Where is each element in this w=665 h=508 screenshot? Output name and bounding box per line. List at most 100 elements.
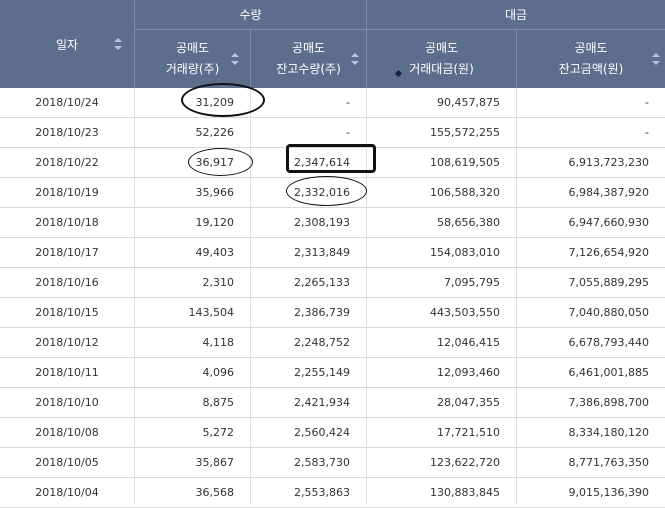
date-cell: 2018/10/10 [35, 396, 99, 409]
date-cell: 2018/10/04 [35, 486, 99, 499]
balance-qty-cell: 2,248,752 [294, 336, 350, 349]
table-row[interactable]: 2018/10/18 19,120 2,308,193 58,656,380 6,947… [0, 208, 665, 238]
date-cell: 2018/10/11 [35, 366, 99, 379]
balance-qty-cell: 2,255,149 [294, 366, 350, 379]
balance-qty-cell: 2,265,133 [294, 276, 350, 289]
trade-amount-cell: 12,046,415 [437, 336, 500, 349]
trade-amount-cell: 12,093,460 [437, 366, 500, 379]
date-header-label: 일자 [55, 37, 79, 52]
trade-amount-cell: 106,588,320 [430, 186, 500, 199]
volume-cell: 4,118 [202, 336, 235, 349]
column-divider [134, 88, 135, 504]
column-divider [516, 88, 517, 504]
trade-amount-cell: 28,047,355 [437, 396, 500, 409]
date-cell: 2018/10/22 [35, 156, 99, 169]
balance-amount-sort-icon[interactable] [652, 53, 660, 65]
balance-qty-cell: 2,386,739 [294, 306, 350, 319]
trade-amount-cell: 123,622,720 [430, 456, 500, 469]
trade-amount-cell: 154,083,010 [430, 246, 500, 259]
date-cell: 2018/10/16 [35, 276, 99, 289]
date-cell: 2018/10/24 [35, 96, 99, 109]
balance-qty-cell: 2,313,849 [294, 246, 350, 259]
trade-amount-column-header[interactable]: 공매도 거래대금(원) [367, 30, 516, 88]
table-row[interactable]: 2018/10/11 4,096 2,255,149 12,093,460 6,461,… [0, 358, 665, 388]
annotation-box [286, 144, 376, 173]
balance-amount-cell: - [645, 96, 649, 109]
column-divider [250, 88, 251, 504]
date-cell: 2018/10/05 [35, 456, 99, 469]
date-cell: 2018/10/15 [35, 306, 99, 319]
balance-amount-cell: 7,126,654,920 [568, 246, 649, 259]
trade-amount-header-line1: 공매도 [424, 41, 459, 55]
date-cell: 2018/10/17 [35, 246, 99, 259]
annotation-circle [181, 83, 265, 117]
quantity-group-label: 수량 [239, 8, 262, 22]
date-cell: 2018/10/12 [35, 336, 99, 349]
volume-sort-icon[interactable] [231, 53, 239, 65]
volume-header-line1: 공매도 [175, 41, 210, 55]
balance-amount-column-header[interactable]: 공매도 잔고금액(원) [517, 30, 665, 88]
volume-cell: 8,875 [202, 396, 235, 409]
trade-amount-cell: 90,457,875 [437, 96, 500, 109]
balance-qty-header-line2: 잔고수량(주) [276, 62, 341, 76]
balance-qty-cell: 2,553,863 [294, 486, 350, 499]
balance-amount-cell: 8,771,763,350 [568, 456, 649, 469]
balance-qty-sort-icon[interactable] [351, 53, 359, 65]
quantity-group-header: 수량 [135, 0, 366, 29]
date-cell: 2018/10/08 [35, 426, 99, 439]
balance-qty-column-header[interactable]: 공매도 잔고수량(주) [251, 30, 366, 88]
trade-amount-cell: 17,721,510 [437, 426, 500, 439]
volume-cell: 49,403 [195, 246, 235, 259]
balance-amount-header-line1: 공매도 [574, 41, 608, 55]
balance-amount-cell: 6,913,723,230 [568, 156, 649, 169]
trade-amount-cell: 7,095,795 [444, 276, 500, 289]
balance-qty-cell: - [346, 96, 350, 109]
balance-amount-cell: 6,678,793,440 [568, 336, 649, 349]
trade-amount-cell: 155,572,255 [430, 126, 500, 139]
trade-amount-cell: 130,883,845 [430, 486, 500, 499]
amount-group-label: 대금 [504, 8, 528, 22]
table-row[interactable]: 2018/10/10 8,875 2,421,934 28,047,355 7,386,… [0, 388, 665, 418]
balance-qty-cell: - [346, 126, 350, 139]
volume-cell: 2,310 [202, 276, 235, 289]
date-sort-icon[interactable] [114, 38, 122, 50]
amount-group-header: 대금 [367, 0, 665, 29]
balance-amount-cell: 7,055,889,295 [568, 276, 649, 289]
volume-header-line2: 거래량(주) [165, 62, 220, 76]
table-row[interactable]: 2018/10/05 35,867 2,583,730 123,622,720 8,77… [0, 448, 665, 478]
active-sort-icon[interactable] [394, 69, 403, 78]
balance-amount-cell: 7,040,880,050 [568, 306, 649, 319]
annotation-circle [188, 148, 253, 176]
table-row[interactable]: 2018/10/17 49,403 2,313,849 154,083,010 7,12… [0, 238, 665, 268]
table-header: 일자 수량 대금 공매도 거래량(주) 공매도 잔고수량(주) 공매도 거래대금… [0, 0, 665, 88]
table-row[interactable]: 2018/10/08 5,272 2,560,424 17,721,510 8,334,… [0, 418, 665, 448]
volume-cell: 19,120 [195, 216, 235, 229]
volume-cell: 5,272 [202, 426, 235, 439]
volume-column-header[interactable]: 공매도 거래량(주) [135, 30, 250, 88]
table-row[interactable]: 2018/10/15 143,504 2,386,739 443,503,550 7,0… [0, 298, 665, 328]
balance-amount-cell: 8,334,180,120 [568, 426, 649, 439]
date-cell: 2018/10/23 [35, 126, 99, 139]
date-cell: 2018/10/18 [35, 216, 99, 229]
volume-cell: 4,096 [202, 366, 235, 379]
balance-amount-cell: 6,984,387,920 [568, 186, 649, 199]
balance-amount-cell: 7,386,898,700 [568, 396, 649, 409]
volume-cell: 52,226 [195, 126, 235, 139]
trade-amount-cell: 443,503,550 [430, 306, 500, 319]
balance-qty-header-line1: 공매도 [291, 41, 326, 55]
balance-amount-cell: 6,461,001,885 [568, 366, 649, 379]
table-row[interactable]: 2018/10/12 4,118 2,248,752 12,046,415 6,678,… [0, 328, 665, 358]
annotation-circle [286, 176, 367, 206]
balance-amount-cell: 9,015,136,390 [568, 486, 649, 499]
trade-amount-cell: 108,619,505 [430, 156, 500, 169]
volume-cell: 36,568 [195, 486, 235, 499]
volume-cell: 35,867 [195, 456, 235, 469]
balance-qty-cell: 2,308,193 [294, 216, 350, 229]
table-row[interactable]: 2018/10/16 2,310 2,265,133 7,095,795 7,055,8… [0, 268, 665, 298]
table-row[interactable]: 2018/10/24 31,209-90,457,875- [0, 88, 665, 118]
trade-amount-cell: 58,656,380 [437, 216, 500, 229]
volume-cell: 35,966 [195, 186, 235, 199]
balance-amount-header-line2: 잔고금액(원) [558, 62, 624, 76]
date-column-header[interactable]: 일자 [0, 0, 134, 88]
volume-cell: 143,504 [188, 306, 235, 319]
